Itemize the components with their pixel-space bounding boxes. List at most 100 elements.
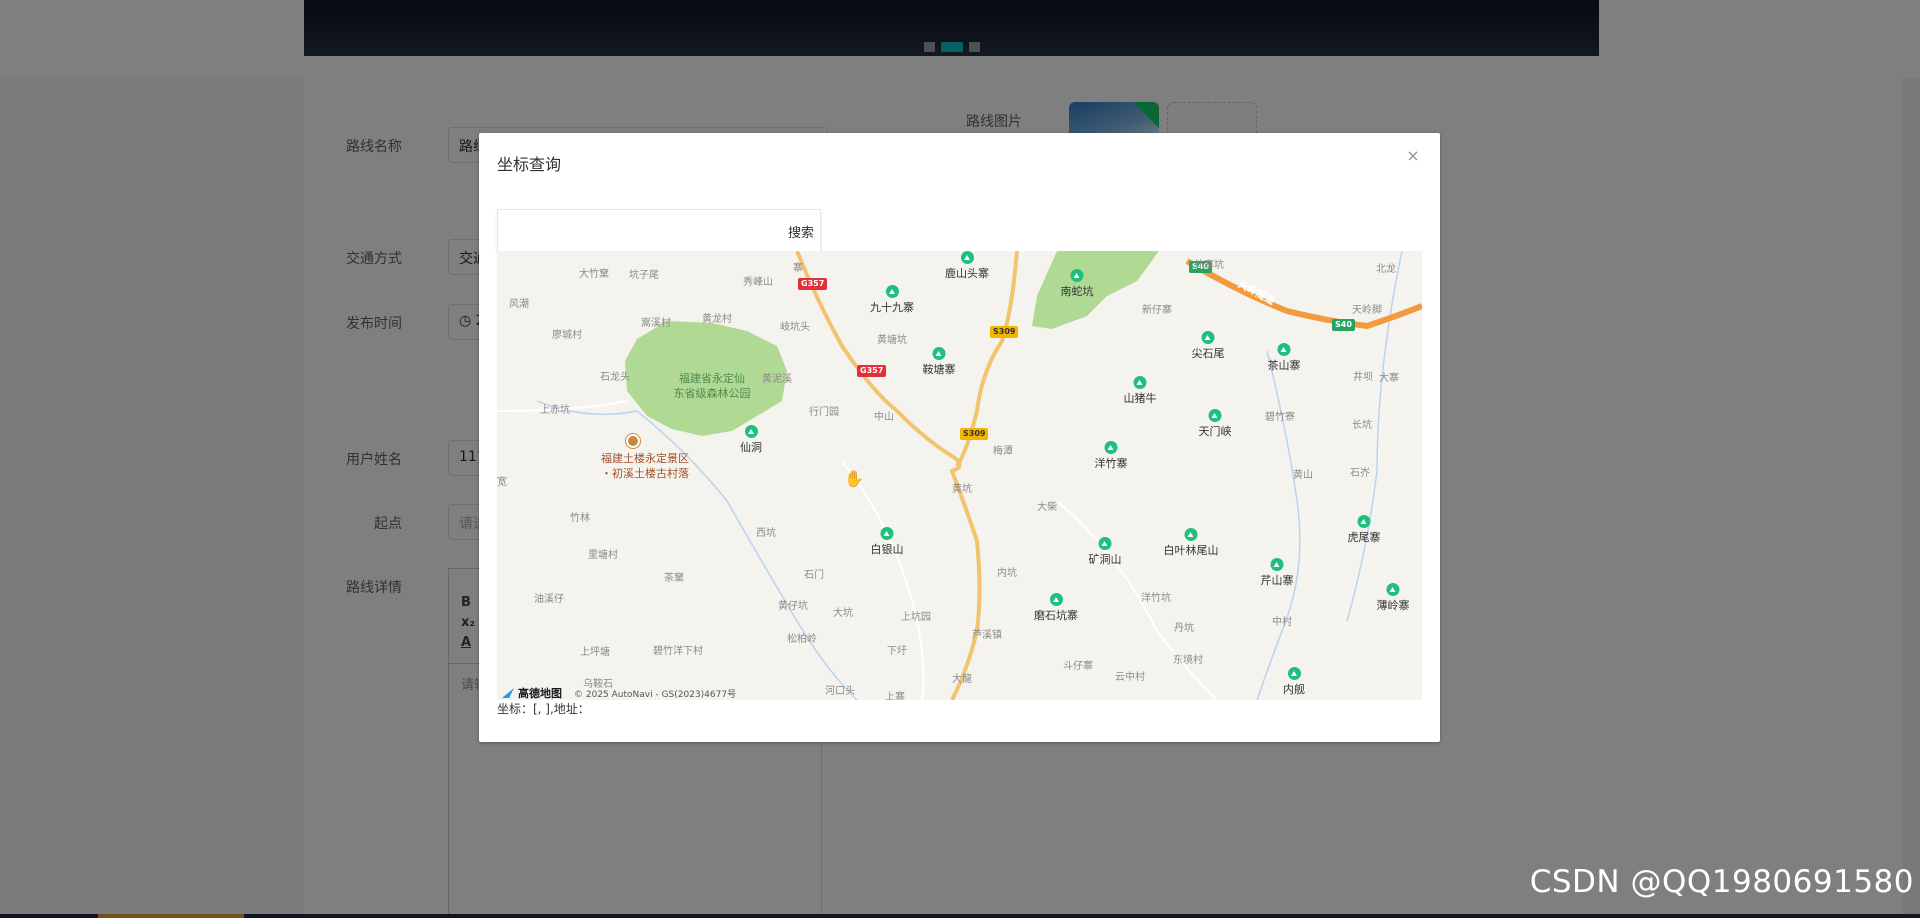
place-label: 大寨	[1379, 373, 1399, 384]
mountain-icon	[1277, 343, 1291, 356]
scenic-spot-label[interactable]: 福建土楼永定景区 ・初溪土楼古村落	[575, 451, 715, 481]
mountain-icon	[1184, 528, 1198, 541]
poi-marker[interactable]: 白叶林尾山	[1164, 528, 1219, 558]
dialog-title: 坐标查询	[497, 155, 562, 174]
place-label: 北龙	[1376, 264, 1396, 275]
mountain-icon	[960, 251, 974, 264]
poi-name: 鹿山头寨	[945, 267, 989, 280]
poi-name: 鞍塘寨	[922, 363, 956, 376]
park-area-ne	[1032, 251, 1159, 329]
mountain-icon	[1386, 583, 1400, 596]
poi-marker[interactable]: 仙洞	[740, 425, 762, 455]
close-icon[interactable]: ×	[1404, 147, 1422, 165]
mountain-icon	[1287, 667, 1301, 680]
place-label: 上寨	[885, 692, 905, 700]
poi-name: 芹山寨	[1260, 574, 1294, 587]
road-badge-s309: S309	[960, 428, 989, 440]
map-canvas[interactable]: 福建省永定仙 东省级森林公园 福建土楼永定景区 ・初溪土楼古村落 G357 G3…	[497, 251, 1422, 700]
poi-name: 磨石坑寨	[1034, 609, 1078, 622]
mountain-icon	[1270, 558, 1284, 571]
poi-name: 仙洞	[740, 441, 762, 454]
park-line-2: 东省级森林公园	[673, 387, 751, 400]
place-label: 斗仔寨	[1063, 661, 1093, 672]
scenic-line-2: ・初溪土楼古村落	[601, 467, 689, 480]
poi-name: 南蛇坑	[1060, 285, 1094, 298]
place-label: 风潮	[509, 299, 529, 310]
place-label: 外寨坑	[1194, 260, 1224, 271]
road-badge-g357: G357	[798, 278, 828, 290]
poi-marker[interactable]: 洋竹寨	[1095, 441, 1128, 471]
poi-marker[interactable]: 白银山	[871, 527, 904, 557]
river	[1256, 350, 1301, 700]
place-label: 井坝	[1353, 372, 1373, 383]
poi-marker[interactable]: 天门峡	[1199, 409, 1232, 439]
forest-park-label: 福建省永定仙 东省级森林公园	[647, 371, 777, 401]
place-label: 碧竹洋下村	[653, 646, 703, 657]
poi-name: 白叶林尾山	[1163, 544, 1219, 557]
map-copyright: © 2025 AutoNavi - GS(2023)4677号	[574, 690, 737, 700]
place-label: 大坑	[833, 608, 853, 619]
place-label: 上坪塘	[580, 647, 610, 658]
poi-marker[interactable]: 九十九寨	[870, 285, 914, 315]
road-badge-s40: S40	[1332, 319, 1355, 331]
amap-logo-icon	[502, 688, 514, 698]
search-button[interactable]: 搜索	[788, 222, 814, 241]
map-search-input[interactable]	[498, 210, 774, 252]
poi-name: 尖石尾	[1191, 347, 1225, 360]
place-label: 石岕	[1350, 468, 1370, 479]
park-line-1: 福建省永定仙	[679, 372, 745, 385]
poi-marker[interactable]: 鹿山头寨	[945, 251, 989, 281]
poi-marker[interactable]: 虎尾寨	[1348, 515, 1381, 545]
road-badge-s309: S309	[990, 326, 1019, 338]
place-label: 大柴	[1037, 502, 1057, 513]
poi-marker[interactable]: 芹山寨	[1261, 558, 1294, 588]
mountain-icon	[1070, 269, 1084, 282]
place-label: 茶窠	[664, 573, 684, 584]
poi-marker[interactable]: 山猪牛	[1124, 376, 1157, 406]
poi-marker[interactable]: 磨石坑寨	[1034, 593, 1078, 623]
place-label: 黄仔坑	[778, 601, 808, 612]
place-label: 洋竹坑	[1141, 593, 1171, 604]
mountain-icon	[1133, 376, 1147, 389]
place-label: 大竹窠	[579, 269, 609, 280]
scenic-line-1: 福建土楼永定景区	[601, 452, 689, 465]
secondary-road	[841, 460, 925, 700]
map-search-bar: 搜索	[497, 209, 821, 252]
poi-marker[interactable]: 南蛇坑	[1061, 269, 1094, 299]
poi-marker[interactable]: 尖石尾	[1192, 331, 1225, 361]
poi-marker[interactable]: 茶山寨	[1268, 343, 1301, 373]
poi-name: 矿洞山	[1088, 553, 1122, 566]
place-label: 梅潭	[993, 446, 1013, 457]
mountain-icon	[1104, 441, 1118, 454]
poi-marker[interactable]: 内舰	[1283, 667, 1305, 697]
place-label: 秀峰山	[743, 277, 773, 288]
mountain-icon	[1201, 331, 1215, 344]
coordinate-address-text: 坐标：[, ],地址：	[497, 702, 590, 716]
place-label: 长坑	[1352, 420, 1372, 431]
place-label: 寨	[793, 263, 803, 274]
place-label: 中村	[1272, 617, 1292, 628]
scenic-spot-icon[interactable]	[626, 434, 640, 448]
poi-marker[interactable]: 矿洞山	[1089, 537, 1122, 567]
mountain-icon	[885, 285, 899, 298]
coordinate-query-dialog: 坐标查询 × 搜索 福建省永定仙 东省级森林公园 福建土楼永定景区 ・初溪土楼古…	[479, 133, 1440, 742]
place-label: 大龍	[952, 674, 972, 685]
hand-cursor-icon: ✋	[844, 469, 864, 488]
place-label: 丹坑	[1174, 623, 1194, 634]
place-label: 上赤坑	[540, 405, 570, 416]
place-label: 上坑园	[901, 612, 931, 623]
mountain-icon	[744, 425, 758, 438]
place-label: 内坑	[997, 568, 1017, 579]
mountain-icon	[932, 347, 946, 360]
mountain-icon	[880, 527, 894, 540]
place-label: 黄泥溪	[762, 374, 792, 385]
road-g357	[795, 251, 982, 700]
poi-name: 虎尾寨	[1347, 531, 1381, 544]
poi-marker[interactable]: 薄岭寨	[1377, 583, 1410, 613]
poi-name: 茶山寨	[1267, 359, 1301, 372]
place-label: 云中村	[1115, 672, 1145, 683]
csdn-watermark: CSDN @QQ1980691580	[1529, 864, 1914, 900]
place-label: 宽	[497, 477, 507, 488]
poi-marker[interactable]: 鞍塘寨	[923, 347, 956, 377]
place-label: 石门	[804, 570, 824, 581]
